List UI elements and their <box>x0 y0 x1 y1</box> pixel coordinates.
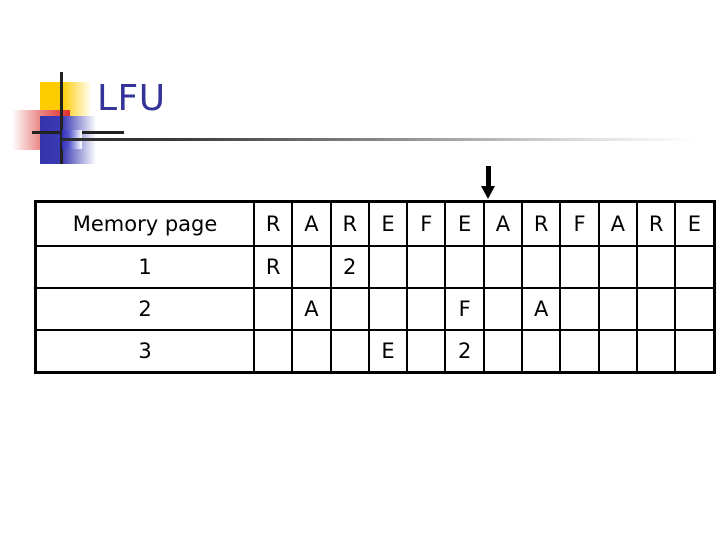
frame-number-label: 3 <box>34 329 255 374</box>
reference-string-cell: E <box>444 200 485 247</box>
frame-slot-cell <box>521 245 562 289</box>
frame-slot-cell <box>252 329 294 374</box>
frame-slot-cell: E <box>367 329 409 374</box>
frame-slot-cell: A <box>521 287 562 331</box>
reference-string-cell: R <box>329 200 370 247</box>
frame-slot-cell <box>597 329 638 374</box>
arrow-shaft <box>486 166 491 188</box>
frame-slot-cell <box>559 245 600 289</box>
reference-string-cell: R <box>252 200 294 247</box>
frame-slot-cell <box>291 245 332 289</box>
frame-slot-cell: F <box>444 287 485 331</box>
frame-slot-cell <box>674 329 716 374</box>
frame-slot-cell <box>559 287 600 331</box>
frame-slot-cell <box>252 287 294 331</box>
frame-slot-cell <box>521 329 562 374</box>
reference-string-cell: A <box>291 200 332 247</box>
frame-slot-cell: 2 <box>444 329 485 374</box>
reference-string-cell: F <box>559 200 600 247</box>
arrow-down-icon <box>478 166 500 200</box>
frame-number-label: 2 <box>34 287 255 331</box>
frame-slot-cell <box>559 329 600 374</box>
frame-slot-cell <box>406 287 447 331</box>
frame-slot-cell <box>674 245 716 289</box>
table-row: 3 E2 <box>34 329 716 374</box>
arrow-head <box>481 186 495 199</box>
frame-slot-cell <box>291 329 332 374</box>
frame-number-label: 1 <box>34 245 255 289</box>
logo-vertical-line <box>60 72 63 164</box>
table-row: 1R2 <box>34 245 716 289</box>
title-rule <box>62 138 696 141</box>
reference-string-cell: E <box>367 200 409 247</box>
frame-slot-cell <box>635 245 677 289</box>
frame-slot-cell <box>444 245 485 289</box>
slide-title: LFU <box>97 78 166 119</box>
frame-slot-cell <box>482 329 524 374</box>
memory-table-header-row: Memory page R A R E F E A R F A R E <box>34 200 716 247</box>
frame-slot-cell: A <box>291 287 332 331</box>
memory-page-table: Memory page R A R E F E A R F A R E 1 R 2 2 A F A 3 E 2 <box>34 200 716 374</box>
reference-string-cell: R <box>521 200 562 247</box>
frame-slot-cell: 2 <box>329 245 370 289</box>
frame-slot-cell <box>406 245 447 289</box>
frame-slot-cell <box>482 287 524 331</box>
reference-string-cell: A <box>482 200 524 247</box>
memory-page-header-label: Memory page <box>34 200 255 247</box>
frame-slot-cell <box>597 245 638 289</box>
frame-slot-cell <box>406 329 447 374</box>
frame-slot-cell <box>635 329 677 374</box>
frame-slot-cell <box>329 329 370 374</box>
frame-slot-cell <box>367 287 409 331</box>
frame-slot-cell: R <box>252 245 294 289</box>
table-row: 2AFA <box>34 287 716 331</box>
frame-slot-cell <box>674 287 716 331</box>
frame-slot-cell <box>482 245 524 289</box>
frame-slot-cell <box>367 245 409 289</box>
frame-slot-cell <box>597 287 638 331</box>
frame-slot-cell <box>329 287 370 331</box>
memory-table-body: Memory page R A R E F E A R F A R E 1 R 2 2 A F A 3 E 2 <box>34 200 716 374</box>
reference-string-cell: E <box>674 200 716 247</box>
reference-string-cell: R <box>635 200 677 247</box>
frame-slot-cell <box>635 287 677 331</box>
reference-string-cell: F <box>406 200 447 247</box>
reference-string-cell: A <box>597 200 638 247</box>
